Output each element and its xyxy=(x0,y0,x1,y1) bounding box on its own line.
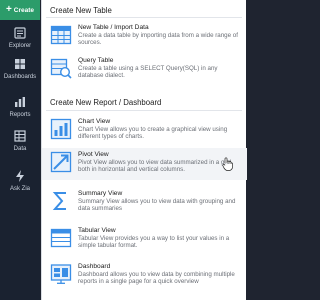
menu-item-tabular-view[interactable]: Tabular View Tabular View provides you a… xyxy=(42,224,247,256)
left-sidebar: + Create Explorer Dashboards Reports Dat… xyxy=(0,0,40,300)
menu-item-title: Tabular View xyxy=(78,227,116,234)
menu-item-new-table[interactable]: New Table / Import Data Create a data ta… xyxy=(42,21,247,53)
menu-item-title: Dashboard xyxy=(78,263,111,270)
explorer-icon xyxy=(14,27,26,39)
menu-item-description: Dashboard allows you to view data by com… xyxy=(78,271,235,286)
hand-cursor-icon xyxy=(222,157,233,171)
sidebar-item-ask-zia[interactable]: Ask Zia xyxy=(0,169,40,203)
new-table-icon xyxy=(50,25,72,45)
section-title-create-report: Create New Report / Dashboard xyxy=(50,98,162,107)
divider xyxy=(46,17,242,18)
summary-view-icon xyxy=(52,192,66,210)
menu-item-title: Pivot View xyxy=(78,151,109,158)
menu-item-description: Create a table using a SELECT Query(SQL)… xyxy=(78,65,218,80)
menu-item-description: Tabular View provides you a way to list … xyxy=(78,235,230,250)
sidebar-item-label: Reports xyxy=(9,112,31,118)
menu-item-description: Summary View allows you to view data wit… xyxy=(78,198,236,213)
sidebar-item-label: Dashboards xyxy=(3,74,37,80)
menu-item-title: New Table / Import Data xyxy=(78,24,149,31)
dashboards-icon xyxy=(15,59,25,69)
menu-item-summary-view[interactable]: Summary View Summary View allows you to … xyxy=(42,187,247,219)
section-title-create-table: Create New Table xyxy=(50,6,112,15)
create-label: Create xyxy=(13,6,35,14)
menu-item-description: Create a data table by importing data fr… xyxy=(78,32,238,47)
create-menu-panel: Create New Table New Table / Import Data… xyxy=(41,0,247,300)
data-icon xyxy=(14,130,26,142)
dashboard-icon xyxy=(50,264,72,284)
reports-icon xyxy=(15,97,25,107)
create-button[interactable]: + Create xyxy=(0,0,40,20)
plus-icon: + xyxy=(5,4,12,15)
menu-item-title: Chart View xyxy=(78,118,111,125)
tabular-view-icon xyxy=(50,228,72,248)
menu-item-query-table[interactable]: Query Table Create a table using a SELEC… xyxy=(42,54,247,86)
sidebar-item-explorer[interactable]: Explorer xyxy=(0,26,40,60)
menu-item-chart-view[interactable]: Chart View Chart View allows you to crea… xyxy=(42,115,247,147)
sidebar-item-label: Ask Zia xyxy=(9,186,30,192)
sidebar-item-label: Explorer xyxy=(8,43,32,49)
sidebar-item-dashboards[interactable]: Dashboards xyxy=(0,57,40,91)
menu-item-description: Chart View allows you to create a graphi… xyxy=(78,126,228,141)
menu-item-title: Summary View xyxy=(78,190,123,197)
divider xyxy=(46,110,242,111)
menu-item-dashboard[interactable]: Dashboard Dashboard allows you to view d… xyxy=(42,260,247,292)
ask-zia-icon xyxy=(16,170,24,182)
sidebar-item-label: Data xyxy=(13,146,27,152)
menu-item-title: Query Table xyxy=(78,57,114,64)
sidebar-item-reports[interactable]: Reports xyxy=(0,95,40,129)
chart-view-icon xyxy=(50,118,72,140)
pivot-view-icon xyxy=(50,151,72,173)
menu-item-pivot-view[interactable]: Pivot View Pivot View allows you to view… xyxy=(42,148,247,180)
menu-item-description: Pivot View allows you to view data summa… xyxy=(78,159,232,174)
sidebar-item-data[interactable]: Data xyxy=(0,129,40,163)
query-table-icon xyxy=(50,58,72,79)
